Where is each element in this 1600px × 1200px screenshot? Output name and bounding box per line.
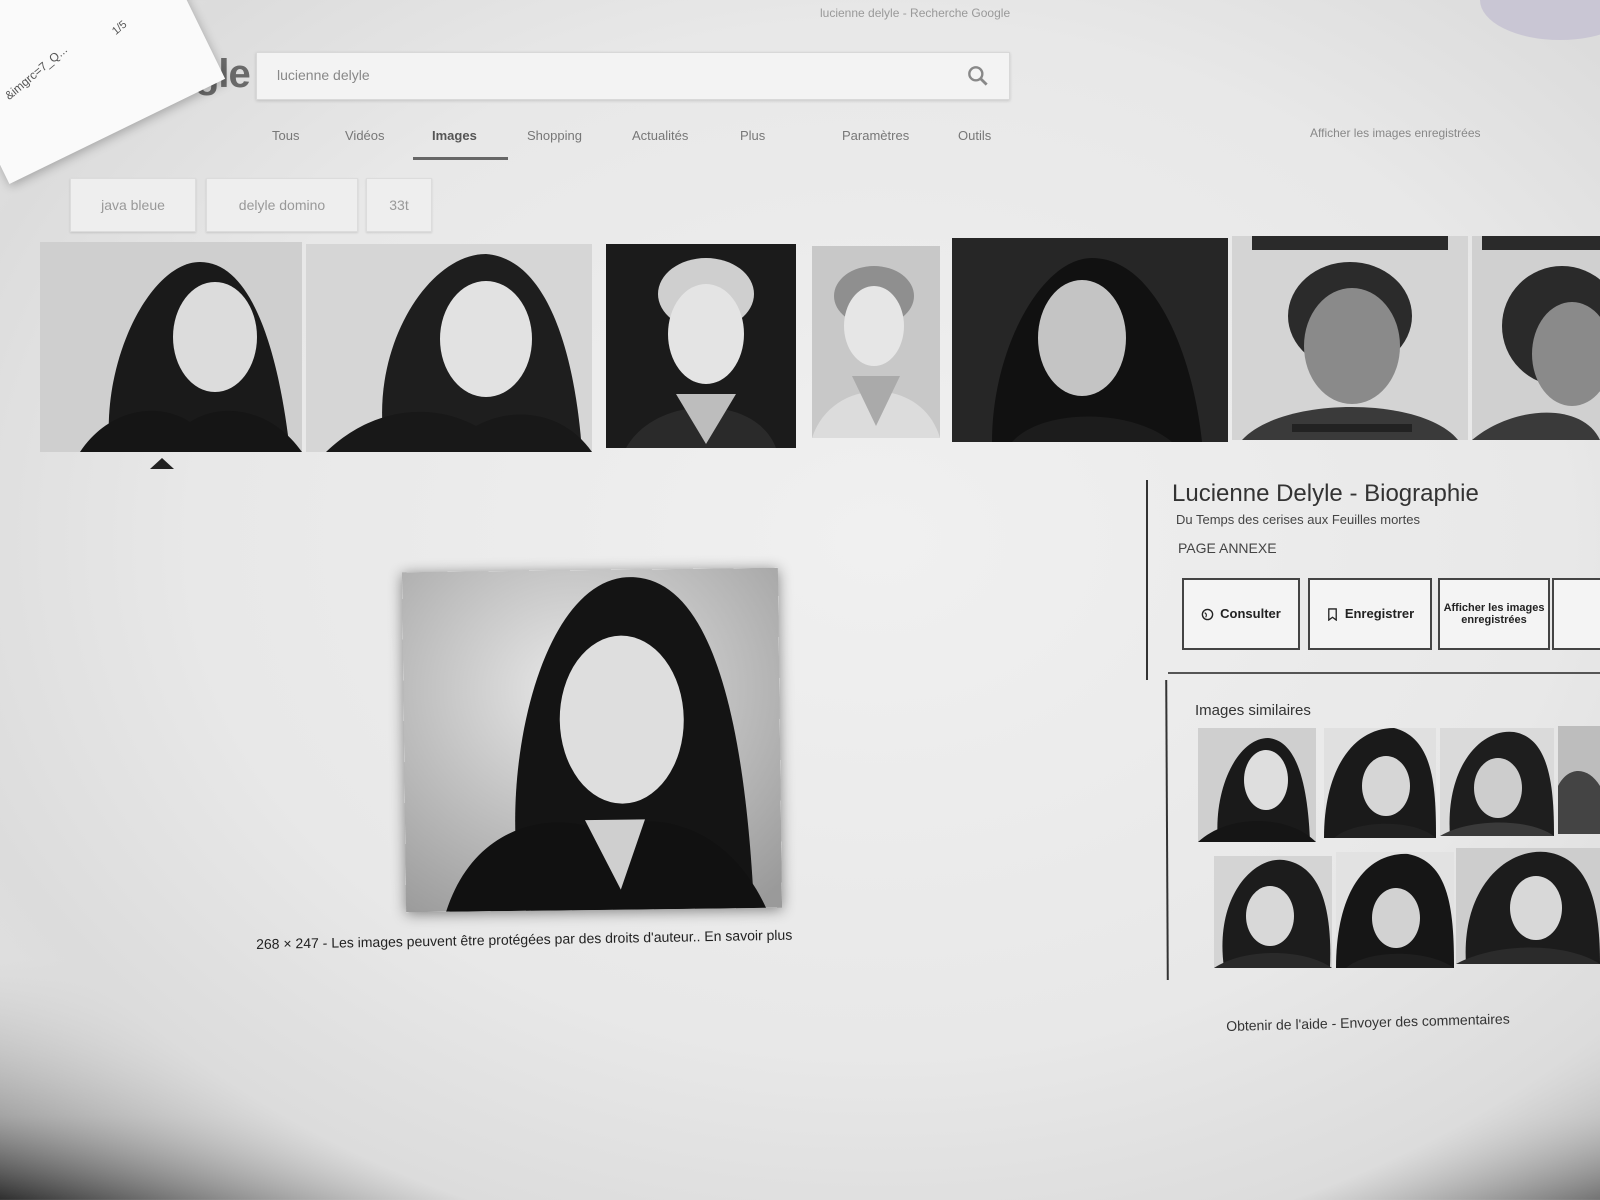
suggestion-chip-33t[interactable]: 33t: [366, 178, 432, 232]
learn-more-link[interactable]: En savoir plus: [704, 927, 792, 945]
similar-image-7[interactable]: [1456, 848, 1600, 964]
tab-videos[interactable]: Vidéos: [345, 128, 385, 143]
saved-images-button-label: Afficher les images enregistrées: [1443, 601, 1545, 626]
save-button[interactable]: Enregistrer: [1308, 578, 1432, 650]
search-icon[interactable]: [965, 63, 991, 89]
similar-image-2[interactable]: [1324, 728, 1436, 838]
similar-image-4[interactable]: [1558, 726, 1600, 834]
tab-plus[interactable]: Plus: [740, 128, 765, 143]
result-title-link[interactable]: Lucienne Delyle - Biographie: [1172, 480, 1479, 508]
result-image-7[interactable]: [1472, 236, 1600, 440]
similar-images-heading: Images similaires: [1195, 702, 1311, 719]
active-tab-indicator: [413, 157, 508, 160]
result-source: PAGE ANNEXE: [1178, 540, 1277, 556]
panel-separator: [1168, 672, 1600, 674]
saved-images-button[interactable]: Afficher les images enregistrées: [1438, 578, 1550, 650]
tab-shopping[interactable]: Shopping: [527, 128, 582, 143]
image-dimensions: 268 × 247: [256, 934, 319, 952]
result-image-6[interactable]: [1232, 236, 1468, 440]
similar-image-3[interactable]: [1440, 728, 1554, 836]
result-subtitle: Du Temps des cerises aux Feuilles mortes: [1176, 512, 1420, 527]
tab-images[interactable]: Images: [432, 128, 477, 143]
search-input[interactable]: lucienne delyle: [277, 67, 370, 83]
more-options-button[interactable]: [1552, 578, 1600, 650]
panel-divider: [1146, 480, 1148, 680]
result-image-1[interactable]: [40, 242, 302, 452]
result-image-4[interactable]: [812, 246, 940, 438]
similar-image-6[interactable]: [1336, 852, 1454, 968]
preview-image[interactable]: [401, 567, 783, 913]
footer-separator: -: [1327, 1015, 1341, 1032]
browser-title: lucienne delyle - Recherche Google: [820, 6, 1011, 20]
saved-images-link[interactable]: Afficher les images enregistrées: [1310, 126, 1481, 140]
similar-image-1[interactable]: [1198, 728, 1316, 842]
suggestion-chip-java-bleue[interactable]: java bleue: [70, 178, 196, 232]
save-button-label: Enregistrer: [1344, 605, 1415, 621]
similar-image-5[interactable]: [1214, 856, 1332, 968]
search-bar[interactable]: lucienne delyle: [256, 52, 1010, 100]
visit-button[interactable]: Consulter: [1182, 578, 1300, 650]
tab-tous[interactable]: Tous: [272, 128, 299, 143]
suggestion-chip-delyle-domino[interactable]: delyle domino: [206, 178, 358, 232]
bookmark-icon: [1327, 607, 1337, 621]
result-image-3[interactable]: [606, 244, 796, 448]
visit-button-label: Consulter: [1220, 605, 1281, 621]
tab-actualites[interactable]: Actualités: [632, 128, 688, 143]
selected-image-indicator: [150, 458, 174, 469]
help-link[interactable]: Obtenir de l'aide: [1226, 1015, 1328, 1034]
result-image-5[interactable]: [952, 238, 1228, 442]
globe-icon: [1201, 608, 1214, 620]
result-image-2[interactable]: [306, 244, 592, 452]
tab-parametres[interactable]: Paramètres: [842, 128, 909, 143]
tab-outils[interactable]: Outils: [958, 128, 991, 143]
